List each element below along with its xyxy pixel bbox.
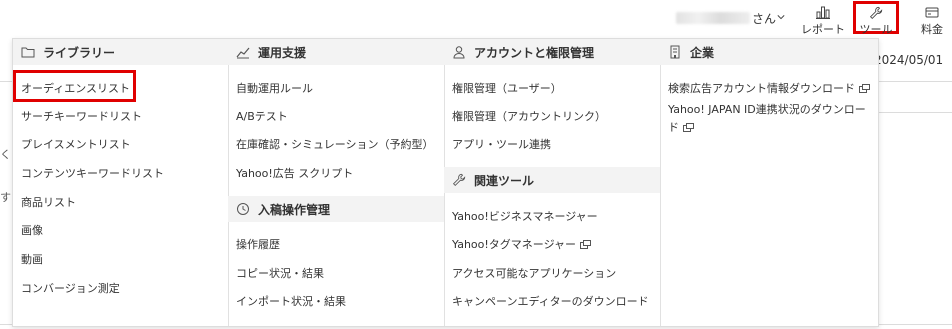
section-title: アカウントと権限管理	[474, 45, 595, 60]
section-title: 入稿操作管理	[258, 202, 331, 217]
menu-item-campaign-editor-download[interactable]: キャンペーンエディターのダウンロード	[452, 294, 649, 310]
user-suffix: さん	[752, 12, 777, 26]
menu-item-label: Yahoo! JAPAN ID連携状況のダウンロード	[668, 103, 866, 134]
menu-item-search-ads-account-download[interactable]: 検索広告アカウント情報ダウンロード	[668, 81, 870, 97]
chevron-down-icon[interactable]	[777, 13, 785, 21]
background-divider	[0, 81, 12, 82]
menu-item-import-status[interactable]: インポート状況・結果	[236, 294, 346, 310]
menu-item-videos[interactable]: 動画	[21, 252, 43, 268]
section-header-submission: 入稿操作管理	[228, 196, 444, 222]
menu-item-placement-list[interactable]: プレイスメントリスト	[21, 137, 131, 153]
menu-item-inventory-simulation[interactable]: 在庫確認・シミュレーション（予約型）	[236, 137, 434, 153]
report-button-label: レポート	[801, 23, 845, 36]
tool-button[interactable]: ツール	[853, 1, 899, 36]
menu-item-product-list[interactable]: 商品リスト	[21, 195, 76, 211]
tool-button-label: ツール	[859, 23, 893, 36]
background-side-char: す	[0, 191, 11, 204]
background-divider	[877, 112, 952, 113]
folder-icon	[21, 47, 35, 58]
menu-item-business-manager[interactable]: Yahoo!ビジネスマネージャー	[452, 209, 598, 225]
menu-column-account: アカウントと権限管理 権限管理（ユーザー） 権限管理（アカウントリンク） アプリ…	[444, 39, 661, 326]
person-icon	[453, 46, 465, 59]
menu-item-ab-test[interactable]: A/Bテスト	[236, 109, 288, 125]
menu-item-app-tool-integration[interactable]: アプリ・ツール連携	[452, 137, 551, 153]
menu-item-auto-rules[interactable]: 自動運用ルール	[236, 81, 313, 97]
menu-item-operation-history[interactable]: 操作履歴	[236, 237, 280, 253]
section-title: 企業	[690, 45, 715, 60]
building-icon	[670, 45, 680, 59]
top-header: さん レポート ツール 料金	[0, 0, 952, 38]
menu-item-permission-user[interactable]: 権限管理（ユーザー）	[452, 81, 562, 97]
menu-item-label: 検索広告アカウント情報ダウンロード	[668, 82, 855, 95]
menu-item-permission-account-link[interactable]: 権限管理（アカウントリンク）	[452, 109, 606, 125]
menu-column-company: 企業 検索広告アカウント情報ダウンロード Yahoo! JAPAN ID連携状況…	[660, 39, 878, 326]
external-window-icon	[580, 240, 592, 249]
wrench-icon	[869, 6, 883, 20]
fee-button-label: 料金	[921, 23, 943, 36]
external-window-icon	[859, 84, 870, 93]
section-title: ライブラリー	[43, 45, 116, 60]
menu-item-images[interactable]: 画像	[21, 223, 43, 239]
wrench-icon	[452, 173, 466, 187]
background-divider	[877, 81, 952, 82]
menu-column-operation: 運用支援 自動運用ルール A/Bテスト 在庫確認・シミュレーション（予約型） Y…	[228, 39, 445, 326]
section-header-library: ライブラリー	[13, 39, 228, 65]
history-icon	[237, 203, 249, 215]
tool-dropdown-menu: ライブラリー オーディエンスリスト サーチキーワードリスト プレイスメントリスト…	[12, 38, 879, 327]
background-date: 2024/05/01	[874, 53, 944, 67]
section-title: 関連ツール	[474, 173, 535, 188]
bar-chart-icon	[816, 6, 830, 19]
highlight-box-audience-list	[13, 70, 136, 102]
external-window-icon	[683, 123, 694, 132]
menu-item-yahoo-id-link-download[interactable]: Yahoo! JAPAN ID連携状況のダウンロード	[668, 101, 868, 137]
menu-item-copy-status[interactable]: コピー状況・結果	[236, 266, 324, 282]
section-title: 運用支援	[258, 45, 307, 60]
fee-button[interactable]: 料金	[914, 4, 950, 37]
line-chart-icon	[236, 47, 250, 59]
section-header-account: アカウントと権限管理	[444, 39, 660, 65]
section-header-company: 企業	[660, 39, 878, 65]
report-button[interactable]: レポート	[798, 4, 848, 37]
menu-item-search-keyword-list[interactable]: サーチキーワードリスト	[21, 109, 142, 125]
menu-item-label: Yahoo!タグマネージャー	[452, 238, 577, 251]
menu-item-accessible-apps[interactable]: アクセス可能なアプリケーション	[452, 266, 616, 282]
menu-item-tag-manager[interactable]: Yahoo!タグマネージャー	[452, 237, 592, 253]
background-side-char: く	[0, 148, 11, 161]
section-header-operation-support: 運用支援	[228, 39, 444, 65]
wallet-icon	[925, 7, 939, 18]
section-header-related-tools: 関連ツール	[444, 167, 660, 193]
menu-item-conversion-tracking[interactable]: コンバージョン測定	[21, 281, 120, 297]
menu-item-content-keyword-list[interactable]: コンテンツキーワードリスト	[21, 166, 164, 182]
menu-item-ads-script[interactable]: Yahoo!広告 スクリプト	[236, 166, 353, 182]
user-name-blurred	[676, 12, 750, 24]
